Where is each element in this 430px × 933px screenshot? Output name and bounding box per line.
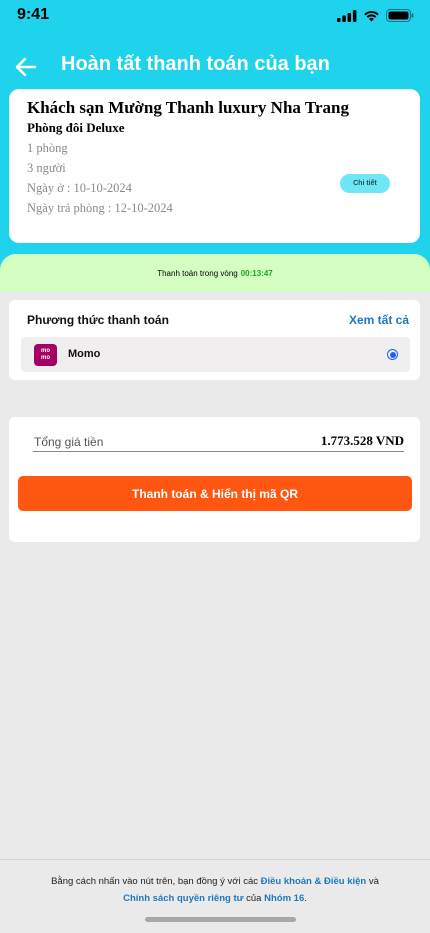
status-bar: 9:41 — [0, 0, 430, 34]
divider — [33, 451, 404, 452]
total-amount: 1.773.528 VND — [320, 433, 404, 448]
payment-option-label: Momo — [68, 348, 101, 360]
wifi-icon — [364, 10, 379, 21]
privacy-policy-link[interactable]: Chính sách quyền riêng tư — [123, 893, 243, 904]
status-icons — [337, 9, 414, 22]
back-button[interactable] — [13, 54, 39, 80]
detail-button[interactable]: Chi tiết — [340, 174, 390, 193]
payment-timer-banner: Thanh toán trong vòng 00:13:47 — [0, 254, 430, 292]
momo-logo: mo mo — [34, 344, 57, 366]
radio-dot — [389, 351, 396, 358]
timer-countdown: 00:13:47 — [240, 268, 273, 278]
booking-summary-card: Khách sạn Mường Thanh luxury Nha Trang P… — [9, 89, 420, 243]
check-out-date: Ngày trả phòng : 12-10-2024 — [27, 201, 173, 215]
total-label: Tổng giá tiền — [34, 435, 104, 449]
battery-icon — [386, 9, 414, 22]
terms-notice: Bằng cách nhấn vào nút trên, bạn đồng ý … — [51, 876, 379, 904]
timer-label: Thanh toán trong vòng — [157, 268, 238, 278]
group-link[interactable]: Nhóm 16 — [264, 893, 304, 904]
pay-and-show-qr-button[interactable]: Thanh toán & Hiển thị mã QR — [18, 476, 412, 511]
room-type: Phòng đôi Deluxe — [27, 120, 125, 135]
status-time: 9:41 — [17, 6, 50, 23]
payment-method-title: Phương thức thanh toán — [27, 313, 169, 327]
hotel-name: Khách sạn Mường Thanh luxury Nha Trang — [27, 98, 349, 117]
terms-link[interactable]: Điều khoản & Điều kiện — [261, 876, 367, 887]
payment-method-card: Phương thức thanh toán Xem tất cả mo mo … — [9, 300, 420, 380]
top-nav: Hoàn tất thanh toán của bạn — [0, 48, 430, 88]
total-card: Tổng giá tiền 1.773.528 VND Thanh toán &… — [9, 417, 420, 542]
page-title: Hoàn tất thanh toán của bạn — [61, 53, 330, 75]
home-indicator — [145, 917, 296, 922]
signal-icon — [337, 9, 357, 22]
payment-option-momo[interactable]: mo mo Momo — [21, 337, 410, 372]
see-all-link[interactable]: Xem tất cả — [349, 313, 409, 327]
back-arrow-icon — [15, 57, 37, 77]
room-count: 1 phòng — [27, 141, 68, 155]
radio-selected-icon[interactable] — [387, 349, 398, 360]
